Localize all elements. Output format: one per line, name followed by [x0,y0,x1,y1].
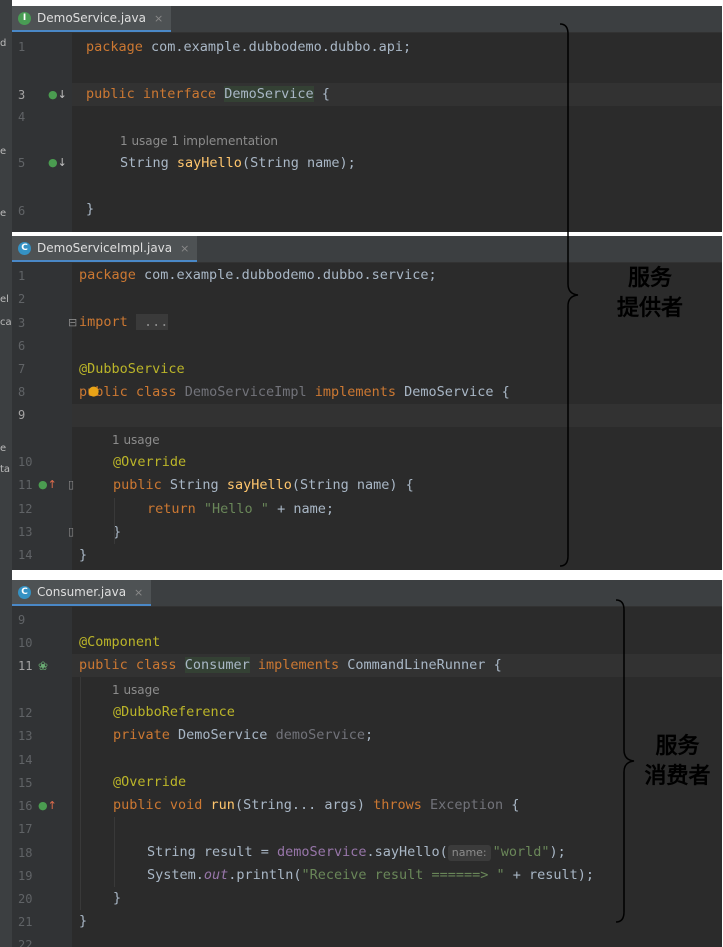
tab-demoserviceimpl[interactable]: C DemoServiceImpl.java × [12,236,198,262]
provider-label-line2: 提供者 [616,296,683,321]
tab-demoservice[interactable]: I DemoService.java × [12,6,172,32]
tab-consumer[interactable]: C Consumer.java × [12,580,152,606]
edge-text: e [0,208,7,219]
consumer-callout: 服务 消费者 [630,732,723,792]
interface-icon: I [18,11,31,25]
code-line: String sayHello(String name); [120,155,356,171]
line-number: 3 [18,88,26,102]
line-number: 14 [18,753,33,767]
line-number: 20 [18,892,33,906]
consumer-label-line2: 消费者 [644,764,711,789]
line-number: 6 [18,339,26,353]
code-line: package com.example.dubbodemo.dubbo.api; [86,39,412,55]
gutter: 9 10 11 12 13 14 15 16 17 18 19 20 21 22… [12,606,72,947]
code-line: public class DemoServiceImpl implements … [79,384,510,400]
code-line: } [86,201,95,217]
line-number: 4 [18,110,26,124]
parameter-hint: name: [447,845,491,861]
line-number: 19 [18,869,33,883]
line-number: 14 [18,548,33,562]
edge-text: e [0,443,7,454]
line-number: 1 [18,269,26,283]
close-icon[interactable]: × [180,242,189,255]
spring-bean-icon[interactable]: ❀ [38,659,48,673]
implemented-icon[interactable]: ●↓ [48,156,67,169]
line-number: 12 [18,502,33,516]
edge-text: d [0,38,7,49]
line-number: 10 [18,455,33,469]
edge-text: el [0,294,9,305]
implementing-icon[interactable]: ●↑ [38,799,57,812]
code-line: public interface DemoService { [72,83,722,106]
provider-callout: 服务 提供者 [600,264,700,324]
indent-guide [80,677,81,910]
code-line: @DubboService [79,361,185,377]
line-number: 13 [18,729,33,743]
line-number: 2 [18,292,26,306]
code-line: } [113,524,122,540]
line-number: 3 [18,316,26,330]
line-number: 1 [18,40,26,54]
tab-label: Consumer.java [37,585,127,599]
close-icon[interactable]: × [134,586,143,599]
class-icon: C [18,241,31,255]
gutter: 1 3 4 5 6 ●↓ ●↓ [12,32,72,232]
usage-hint[interactable]: 1 usage 1 implementation [120,134,278,148]
line-number: 6 [18,204,26,218]
code-line [72,404,722,427]
line-number: 13 [18,525,33,539]
class-icon: C [18,585,31,599]
line-number: 18 [18,846,33,860]
line-number: 22 [18,938,33,947]
line-number: 10 [18,636,33,650]
usage-hint[interactable]: 1 usage [112,433,160,447]
line-number: 9 [18,408,26,422]
edge-text: ca [0,317,12,328]
editor-demoservice: I DemoService.java × 1 3 4 5 6 ●↓ ●↓ pac… [12,6,722,232]
provider-label-line1: 服务 [627,266,672,291]
code-line: @Override [113,454,187,470]
indent-guide [114,498,115,544]
code-line: } [79,547,88,563]
close-icon[interactable]: × [154,12,163,25]
implemented-icon[interactable]: ●↓ [48,88,67,101]
usage-hint[interactable]: 1 usage [112,683,160,697]
line-number: 17 [18,822,33,836]
code-line: public String sayHello(String name) { [113,477,414,493]
tab-bar: C DemoServiceImpl.java × [12,236,722,263]
line-number: 7 [18,362,26,376]
tab-bar: I DemoService.java × [12,6,722,33]
tab-label: DemoServiceImpl.java [37,241,173,255]
edge-text: e [0,146,7,157]
consumer-label-line1: 服务 [655,734,700,759]
line-number: 9 [18,613,26,627]
edge-text: ta [0,464,11,475]
project-panel-edge: d e e el ca e ta [0,0,12,947]
implementing-icon[interactable]: ●↑ [38,478,57,491]
tab-label: DemoService.java [37,11,146,25]
line-number: 12 [18,706,33,720]
line-number: 21 [18,915,33,929]
code-line: return "Hello " + name; [147,501,334,517]
line-number: 8 [18,385,26,399]
provider-brace [559,23,579,567]
line-number: 15 [18,776,33,790]
indent-guide [114,817,115,887]
intention-bulb-icon[interactable]: ● [88,384,99,399]
gutter: 1 2 3 6 7 8 9 10 11 12 13 14 ●↑ ⊟ ▯ ▯ [12,262,77,570]
line-number: 5 [18,156,26,170]
